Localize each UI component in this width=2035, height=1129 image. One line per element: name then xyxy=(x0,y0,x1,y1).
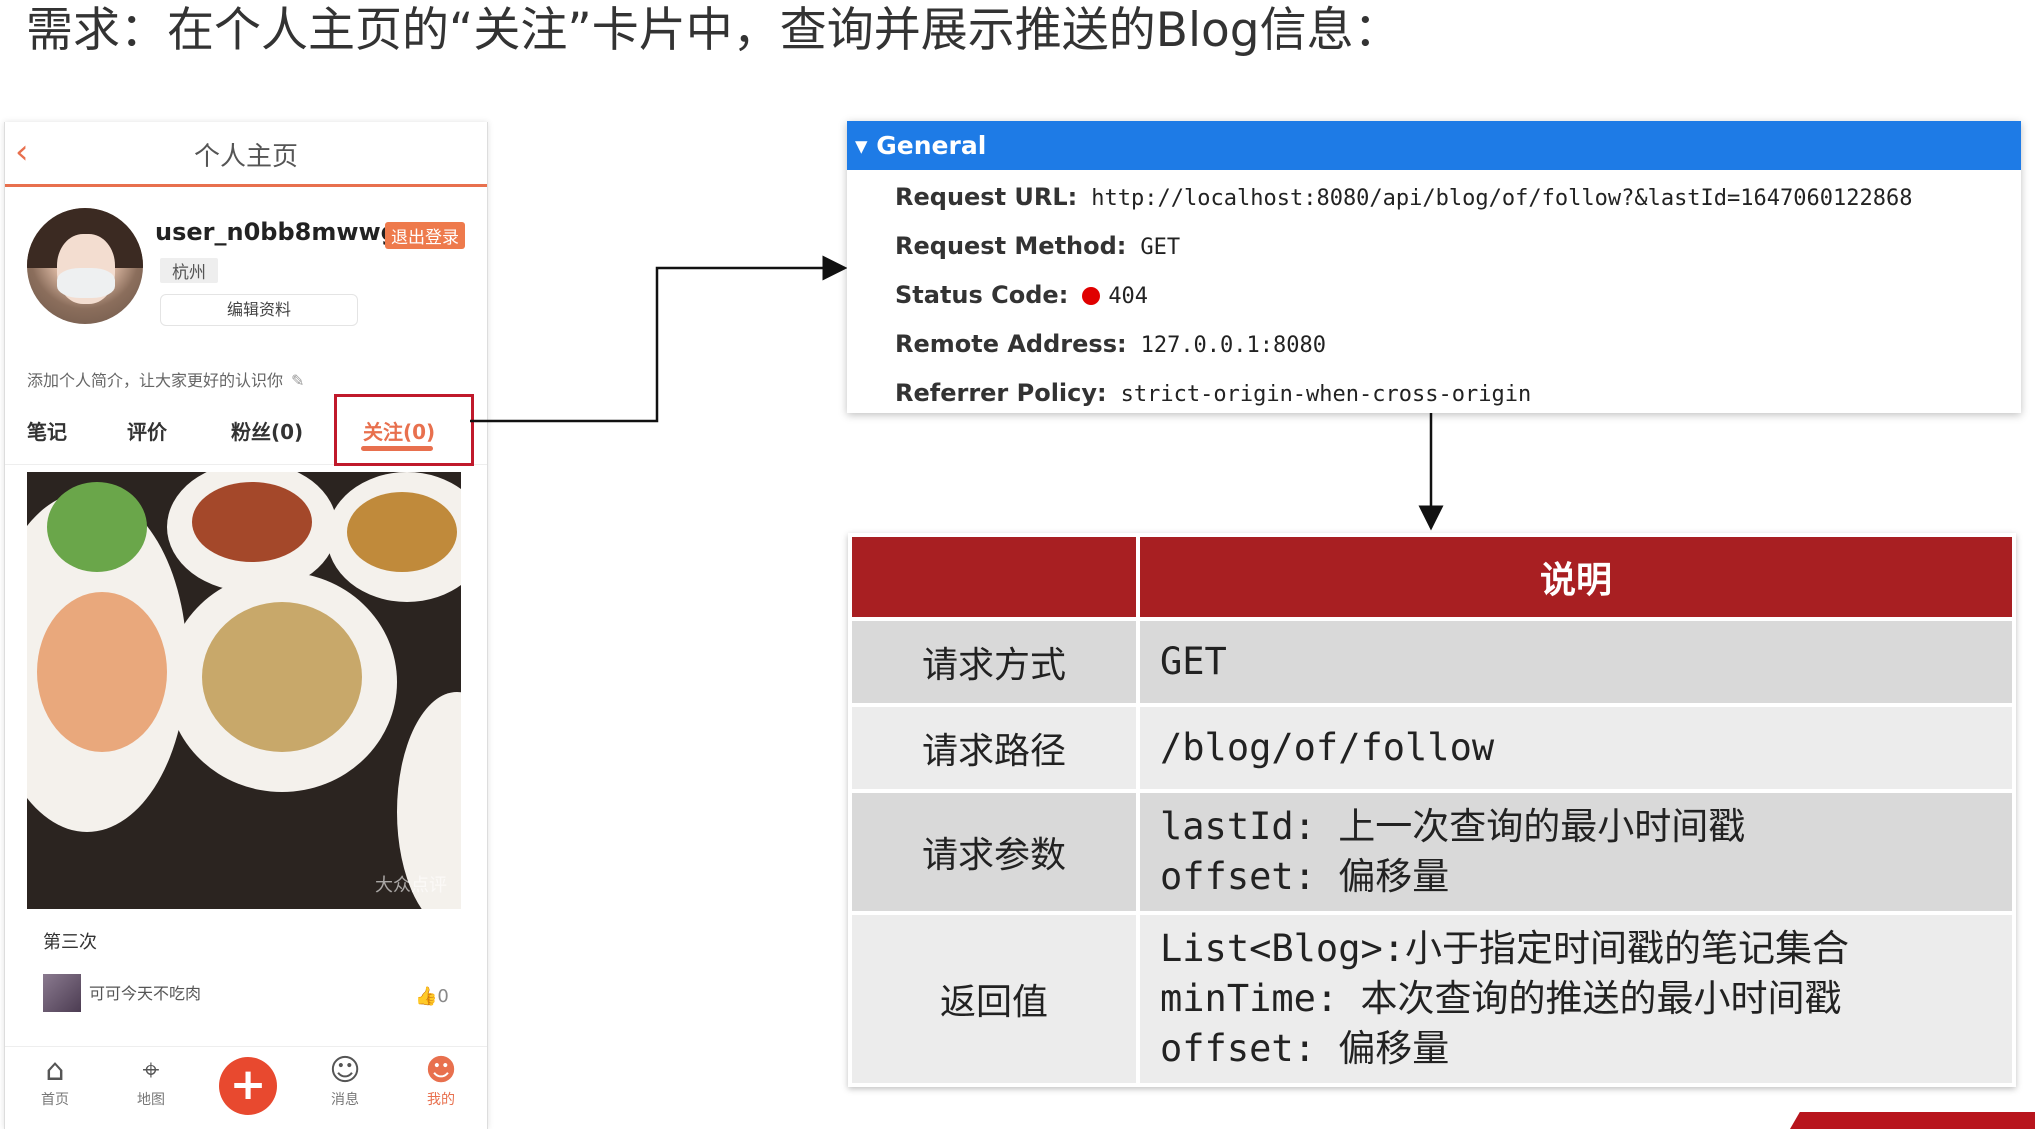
api-spec-table: 说明 请求方式 GET 请求路径 /blog/of/follow 请求参数 la… xyxy=(848,533,2016,1087)
remote-address-row: Remote Address: 127.0.0.1:8080 xyxy=(895,330,1327,358)
network-general-panel: ▾ General Request URL: http://localhost:8… xyxy=(847,121,2021,413)
slide-corner-decoration xyxy=(1790,1112,2035,1129)
table-row: 请求参数 lastId: 上一次查询的最小时间戳 offset: 偏移量 xyxy=(848,789,2016,915)
table-header: 说明 xyxy=(1136,533,2016,621)
table-row: 请求路径 /blog/of/follow xyxy=(848,703,2016,793)
request-url-row: Request URL: http://localhost:8080/api/bl… xyxy=(895,183,1913,211)
request-method-row: Request Method: GET xyxy=(895,232,1181,260)
referrer-policy-row: Referrer Policy: strict-origin-when-cross… xyxy=(895,379,1532,407)
table-row: 返回值 List<Blog>:小于指定时间戳的笔记集合 minTime: 本次查询… xyxy=(848,911,2016,1087)
triangle-down-icon: ▾ xyxy=(855,131,868,160)
arrow-to-request xyxy=(470,255,848,423)
table-header-empty xyxy=(848,533,1140,621)
status-code-row: Status Code: 404 xyxy=(895,281,1149,309)
table-row: 请求方式 GET xyxy=(848,617,2016,707)
status-error-dot xyxy=(1082,287,1101,305)
general-header[interactable]: ▾ General xyxy=(847,121,2021,170)
